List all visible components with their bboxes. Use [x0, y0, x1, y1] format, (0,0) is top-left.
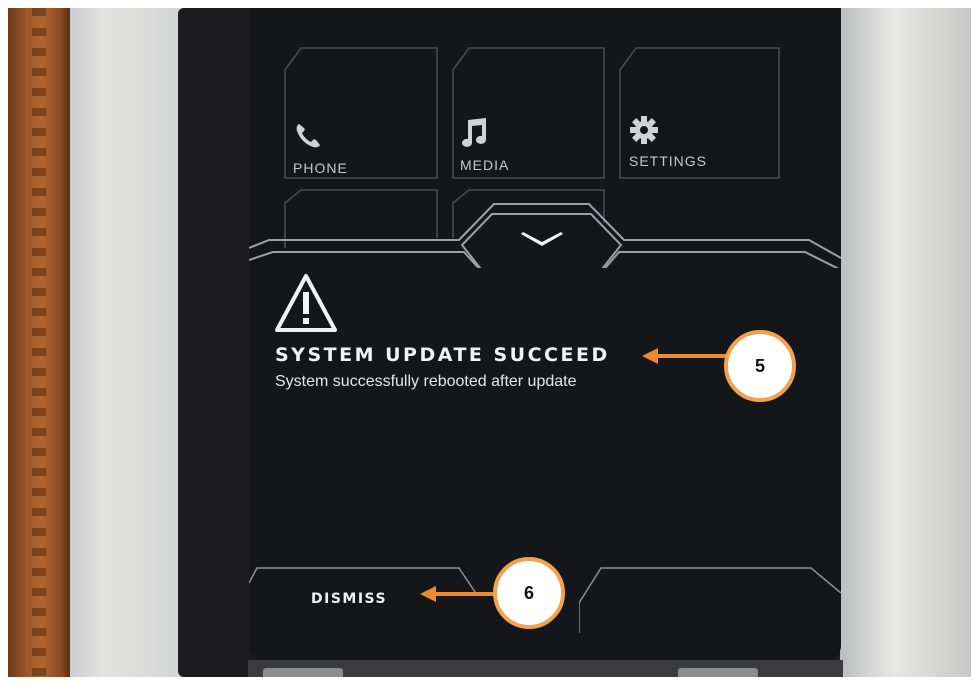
alert-message: System successfully rebooted after updat… — [275, 373, 577, 390]
tile-label-settings[interactable]: SETTINGS — [629, 153, 707, 169]
callout-5-number: 5 — [754, 355, 765, 376]
callout-6-arrow — [420, 586, 496, 602]
gear-icon — [630, 116, 658, 144]
callout-5-arrow — [642, 348, 728, 364]
alert-title: SYSTEM UPDATE SUCCEED — [275, 344, 610, 366]
right-tab-outline — [579, 567, 841, 633]
callout-6: 6 — [493, 557, 565, 629]
dismiss-button[interactable]: DISMISS — [311, 591, 387, 607]
dashboard-photo: PHONE MEDIA SETTINGS SYSTEM UPDATE SUCCE… — [8, 8, 971, 677]
home-tile-grid — [249, 47, 841, 268]
callout-5: 5 — [724, 330, 796, 402]
phone-icon — [296, 124, 320, 148]
leather-stitching — [32, 8, 46, 677]
chevron-down-icon[interactable] — [517, 230, 567, 252]
warning-triangle-icon — [275, 274, 337, 332]
tile-label-phone[interactable]: PHONE — [293, 160, 348, 176]
tile-label-media[interactable]: MEDIA — [460, 157, 509, 173]
music-note-icon — [462, 118, 486, 147]
hard-button-right[interactable] — [678, 668, 758, 677]
callout-6-number: 6 — [523, 582, 534, 603]
hard-button-left[interactable] — [263, 668, 343, 677]
